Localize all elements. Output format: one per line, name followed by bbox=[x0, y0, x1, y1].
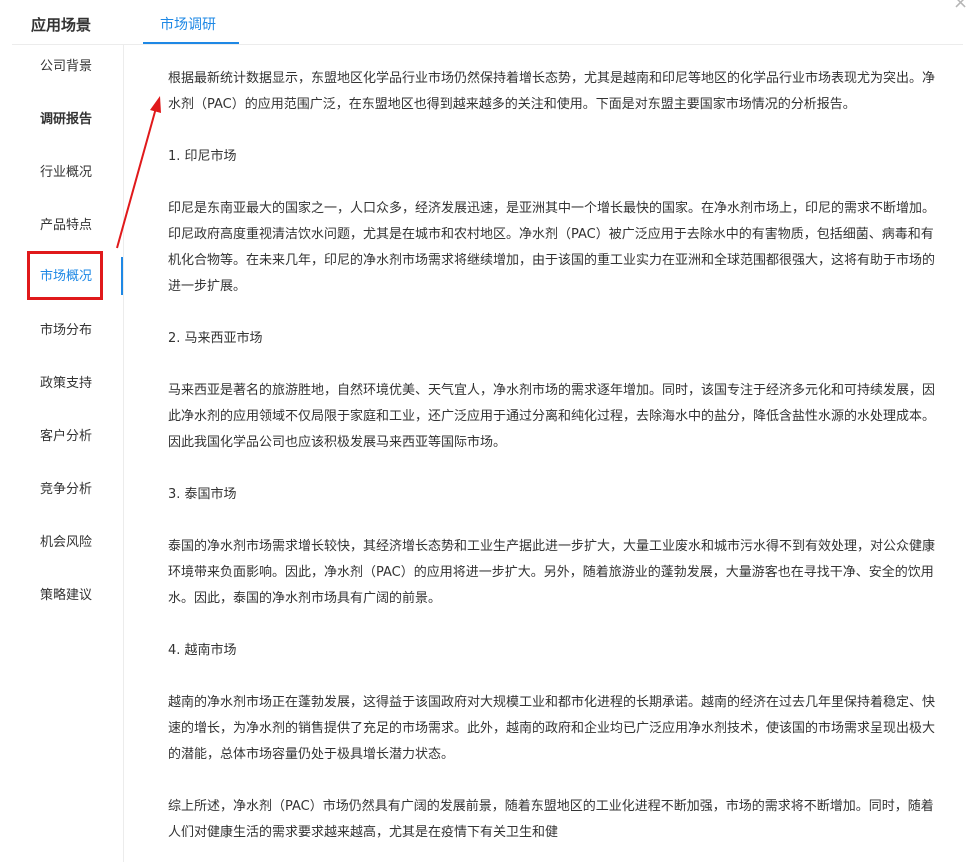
section-title-vietnam: 4. 越南市场 bbox=[168, 643, 237, 658]
report-content: 根据最新统计数据显示，东盟地区化学品行业市场仍然保持着增长态势，尤其是越南和印尼… bbox=[168, 66, 943, 846]
section-title-malaysia: 2. 马来西亚市场 bbox=[168, 331, 263, 346]
conclusion-paragraph: 综上所述，净水剂（PAC）市场仍然具有广阔的发展前景，随着东盟地区的工业化进程不… bbox=[168, 799, 934, 840]
section-body-indonesia: 印尼是东南亚最大的国家之一，人口众多，经济发展迅速，是亚洲其中一个增长最快的国家… bbox=[168, 201, 936, 294]
section-body-vietnam: 越南的净水剂市场正在蓬勃发展，这得益于该国政府对大规模工业和都市化进程的长期承诺… bbox=[168, 695, 936, 762]
section-title-thailand: 3. 泰国市场 bbox=[168, 487, 237, 502]
section-title-indonesia: 1. 印尼市场 bbox=[168, 149, 237, 164]
section-body-thailand: 泰国的净水剂市场需求增长较快，其经济增长态势和工业生产据此进一步扩大，大量工业废… bbox=[168, 539, 936, 606]
section-body-malaysia: 马来西亚是著名的旅游胜地，自然环境优美、天气宜人，净水剂市场的需求逐年增加。同时… bbox=[168, 383, 936, 450]
intro-paragraph: 根据最新统计数据显示，东盟地区化学品行业市场仍然保持着增长态势，尤其是越南和印尼… bbox=[168, 71, 936, 112]
